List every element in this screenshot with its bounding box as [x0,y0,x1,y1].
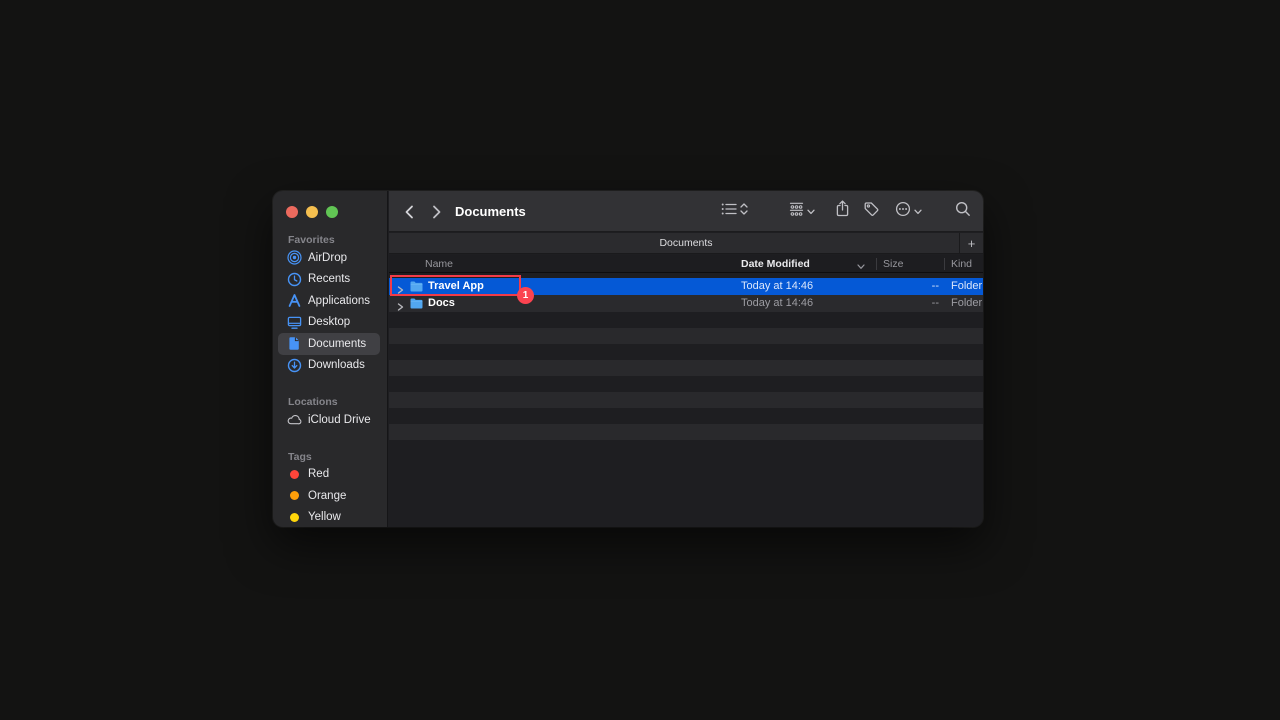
zoom-button[interactable] [326,206,338,218]
tab-bar: Documents + [389,233,983,254]
sidebar-item-documents[interactable]: Documents [278,333,380,355]
share-button[interactable] [835,201,850,221]
empty-list-stripe [389,360,983,376]
sidebar-item-desktop[interactable]: Desktop [278,312,380,334]
file-row-travel-app[interactable]: Travel App Today at 14:46 -- Folder [389,278,983,295]
file-date-modified: Today at 14:46 [741,278,813,295]
file-kind: Folder [951,278,982,295]
sidebar-item-label: Orange [308,490,346,502]
sidebar-item-recents[interactable]: Recents [278,269,380,291]
sidebar-item-icloud-drive[interactable]: iCloud Drive [278,409,380,431]
tag-button[interactable] [864,201,880,221]
sidebar-item-yellow[interactable]: Yellow [278,507,380,528]
more-actions-button[interactable] [895,201,922,221]
tag-color-dot [290,513,299,522]
applications-icon [287,293,302,308]
column-header-date-modified[interactable]: Date Modified [741,255,810,273]
sidebar-item-applications[interactable]: Applications [278,290,380,312]
ellipsis-circle-icon [895,201,911,222]
file-name: Docs [428,295,455,312]
annotation-badge-1: 1 [517,287,534,304]
search-button[interactable] [955,201,971,221]
clock-icon [287,272,302,287]
document-icon [287,336,302,351]
cloud-icon [287,412,302,427]
back-button[interactable] [399,202,419,222]
sidebar-item-label: Downloads [308,359,365,371]
sidebar-item-downloads[interactable]: Downloads [278,355,380,377]
sidebar-item-label: Applications [308,295,370,307]
empty-list-stripe [389,376,983,392]
column-divider [876,258,877,270]
sidebar-item-airdrop[interactable]: AirDrop [278,247,380,269]
sidebar-item-red[interactable]: Red [278,464,380,486]
sidebar-item-label: Red [308,468,329,480]
column-divider [944,258,945,270]
chevron-down-icon [807,202,815,220]
sidebar-item-orange[interactable]: Orange [278,485,380,507]
column-header-kind[interactable]: Kind [951,255,972,273]
file-kind: Folder [951,295,982,312]
main-pane: Documents [389,191,983,527]
empty-list-stripe [389,328,983,344]
sidebar-item-label: Desktop [308,316,350,328]
airdrop-icon [287,250,302,265]
close-button[interactable] [286,206,298,218]
file-size: -- [877,295,939,312]
tag-color-dot [290,491,299,500]
sidebar-item-label: Recents [308,273,350,285]
column-header-size[interactable]: Size [883,255,903,273]
finder-window: Favorites AirDrop Recents Applications Deskt… [273,191,983,527]
file-name: Travel App [428,278,484,295]
tab-documents[interactable]: Documents [659,237,712,249]
sidebar-section-label-locations: Locations [273,395,387,409]
empty-list-stripe [389,424,983,440]
group-by-button[interactable] [789,201,815,221]
traffic-lights [286,206,338,218]
file-list: 1 Travel App Today at 14:46 -- Folder Docs To… [389,274,983,527]
sidebar-item-label: iCloud Drive [308,414,371,426]
tag-color-dot [290,470,299,479]
forward-button[interactable] [427,202,447,222]
empty-list-stripe [389,392,983,408]
sidebar-section-locations: iCloud Drive [273,409,387,431]
empty-list-stripe [389,344,983,360]
search-icon [955,201,971,222]
chevron-up-down-icon [740,202,748,221]
view-options-button[interactable] [721,201,748,221]
list-view-icon [721,202,737,221]
chevron-down-icon [914,202,922,220]
sidebar-item-label: Documents [308,338,366,350]
column-header-name[interactable]: Name [425,255,453,273]
column-header-row: Name Date Modified Size Kind [389,255,983,273]
download-icon [287,358,302,373]
empty-list-stripe [389,408,983,424]
empty-list-stripe [389,440,983,456]
sidebar-section-label-tags: Tags [273,450,387,464]
empty-list-stripe [389,312,983,328]
sidebar-item-label: AirDrop [308,252,347,264]
window-title: Documents [455,191,526,232]
sidebar-section-favorites: AirDrop Recents Applications Desktop Documen… [273,247,387,376]
sidebar-section-tags: RedOrangeYellowGreen [273,464,387,528]
file-date-modified: Today at 14:46 [741,295,813,312]
desktop-icon [287,315,302,330]
minimize-button[interactable] [306,206,318,218]
file-row-docs[interactable]: Docs Today at 14:46 -- Folder [389,295,983,312]
file-size: -- [877,278,939,295]
sidebar-section-label-favorites: Favorites [273,233,387,247]
group-icon [789,202,804,221]
new-tab-button[interactable]: + [959,233,983,254]
sort-chevron-icon [857,261,865,273]
sidebar-item-label: Yellow [308,511,341,523]
tag-icon [864,201,880,222]
share-icon [835,200,850,222]
toolbar: Documents [389,191,983,232]
sidebar: Favorites AirDrop Recents Applications Deskt… [273,191,388,527]
